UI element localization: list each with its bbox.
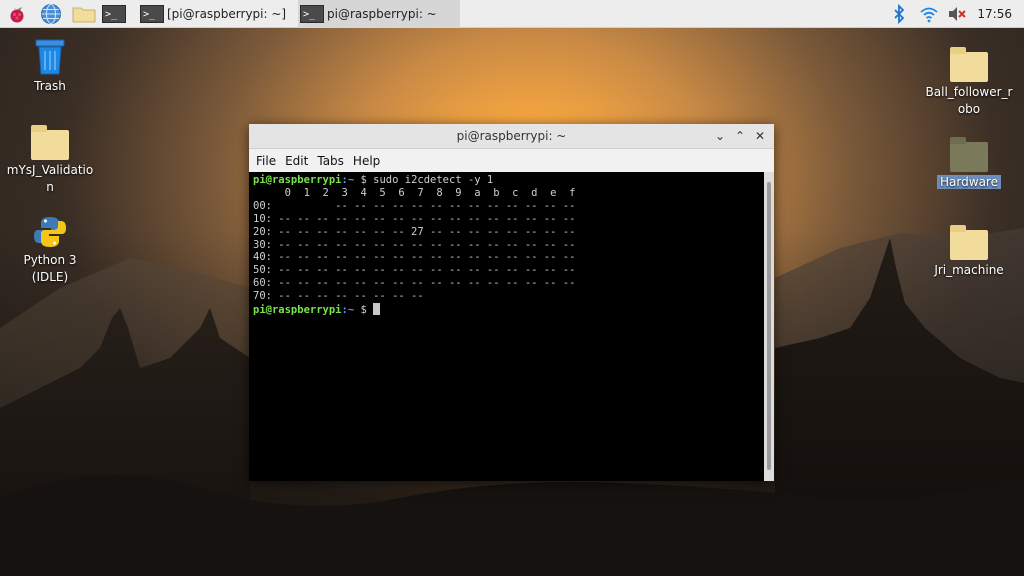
terminal-launcher[interactable]: >_ — [102, 2, 126, 26]
folder-icon — [950, 47, 988, 82]
folder-icon — [950, 137, 988, 172]
terminal-scrollbar[interactable] — [764, 172, 774, 481]
desktop-icon-ball-follower[interactable]: Ball_follower_robo — [923, 47, 1015, 118]
prompt-user-host: pi@raspberrypi — [253, 304, 342, 317]
close-button[interactable]: ✕ — [750, 124, 770, 148]
wifi-button[interactable] — [918, 2, 940, 26]
output-line: 0 1 2 3 4 5 6 7 8 9 a b c d e f — [253, 186, 576, 199]
desktop-icon-label: Jri_machine — [934, 263, 1004, 277]
task-terminal-1[interactable]: >_ [pi@raspberrypi: ~] — [138, 0, 298, 28]
output-line: 20: -- -- -- -- -- -- -- 27 -- -- -- -- … — [253, 225, 576, 238]
output-line: 40: -- -- -- -- -- -- -- -- -- -- -- -- … — [253, 251, 576, 264]
desktop-icon-trash[interactable]: Trash — [5, 36, 95, 95]
trash-icon — [35, 39, 65, 75]
desktop-icon-label: Hardware — [937, 175, 1001, 189]
wifi-icon — [920, 7, 938, 23]
terminal-output[interactable]: pi@raspberrypi:~ $ sudo i2cdetect -y 1 0… — [249, 172, 764, 481]
task-terminal-2[interactable]: >_ pi@raspberrypi: ~ — [298, 0, 460, 28]
menu-edit[interactable]: Edit — [285, 154, 308, 168]
window-title: pi@raspberrypi: ~ — [456, 129, 567, 143]
task-label: pi@raspberrypi: ~ — [327, 7, 437, 21]
volume-muted-icon — [949, 7, 966, 21]
taskbar: >_ >_ [pi@raspberrypi: ~] >_ pi@raspberr… — [0, 0, 1024, 28]
output-line: 30: -- -- -- -- -- -- -- -- -- -- -- -- … — [253, 238, 576, 251]
command-text: sudo i2cdetect -y 1 — [366, 174, 494, 186]
output-line: 70: -- -- -- -- -- -- -- -- — [253, 290, 424, 303]
volume-button[interactable] — [946, 2, 968, 26]
prompt-symbol: $ — [354, 304, 367, 317]
menu-help[interactable]: Help — [353, 154, 380, 168]
prompt-user-host: pi@raspberrypi — [253, 174, 342, 186]
terminal-window: pi@raspberrypi: ~ ⌄ ⌃ ✕ File Edit Tabs H… — [249, 124, 774, 481]
scrollbar-thumb[interactable] — [767, 182, 771, 470]
desktop-icon-label: Ball_follower_robo — [925, 85, 1013, 116]
raspberry-icon — [10, 7, 24, 23]
browser-launcher[interactable] — [40, 2, 62, 26]
maximize-button[interactable]: ⌃ — [730, 124, 750, 148]
desktop-icon-hardware[interactable]: Hardware — [923, 137, 1015, 191]
output-line: 00: -- -- -- -- -- -- -- -- -- -- -- -- … — [253, 199, 576, 212]
minimize-button[interactable]: ⌄ — [710, 124, 730, 148]
clock[interactable]: 17:56 — [977, 0, 1012, 28]
terminal-icon: >_ — [140, 5, 164, 23]
window-titlebar[interactable]: pi@raspberrypi: ~ ⌄ ⌃ ✕ — [249, 124, 774, 149]
output-line: 50: -- -- -- -- -- -- -- -- -- -- -- -- … — [253, 264, 576, 277]
prompt-path: :~ — [341, 174, 355, 186]
desktop-icon-label: Trash — [34, 79, 66, 93]
file-manager-launcher[interactable] — [71, 2, 97, 26]
desktop-icon-label-wrap: Hardware — [923, 174, 1015, 191]
task-label: [pi@raspberrypi: ~] — [167, 7, 287, 21]
prompt-path: :~ — [341, 304, 355, 317]
terminal-icon: >_ — [300, 5, 324, 23]
desktop-icon-jri-machine[interactable]: Jri_machine — [923, 225, 1015, 279]
main-menu-button[interactable] — [6, 2, 28, 26]
output-line: 60: -- -- -- -- -- -- -- -- -- -- -- -- … — [253, 277, 576, 290]
desktop-icon-python-idle[interactable]: Python 3 (IDLE) — [5, 214, 95, 286]
output-line: 10: -- -- -- -- -- -- -- -- -- -- -- -- … — [253, 212, 576, 225]
bluetooth-icon — [894, 3, 905, 25]
prompt-symbol: $ — [354, 174, 367, 186]
desktop-icon-mysj-validation[interactable]: mYsJ_Validation — [4, 125, 96, 196]
folder-icon — [950, 225, 988, 260]
menu-tabs[interactable]: Tabs — [317, 154, 344, 168]
desktop-icon-label: Python 3 (IDLE) — [23, 253, 77, 284]
menu-bar: File Edit Tabs Help — [249, 149, 774, 172]
terminal-icon: >_ — [102, 5, 126, 23]
globe-icon — [41, 4, 61, 24]
text-cursor — [373, 303, 381, 316]
folder-icon — [72, 7, 96, 23]
desktop-icon-label: mYsJ_Validation — [6, 163, 94, 194]
menu-file[interactable]: File — [256, 154, 276, 168]
bluetooth-button[interactable] — [888, 2, 910, 26]
python-icon — [34, 217, 66, 247]
folder-icon — [31, 125, 69, 160]
